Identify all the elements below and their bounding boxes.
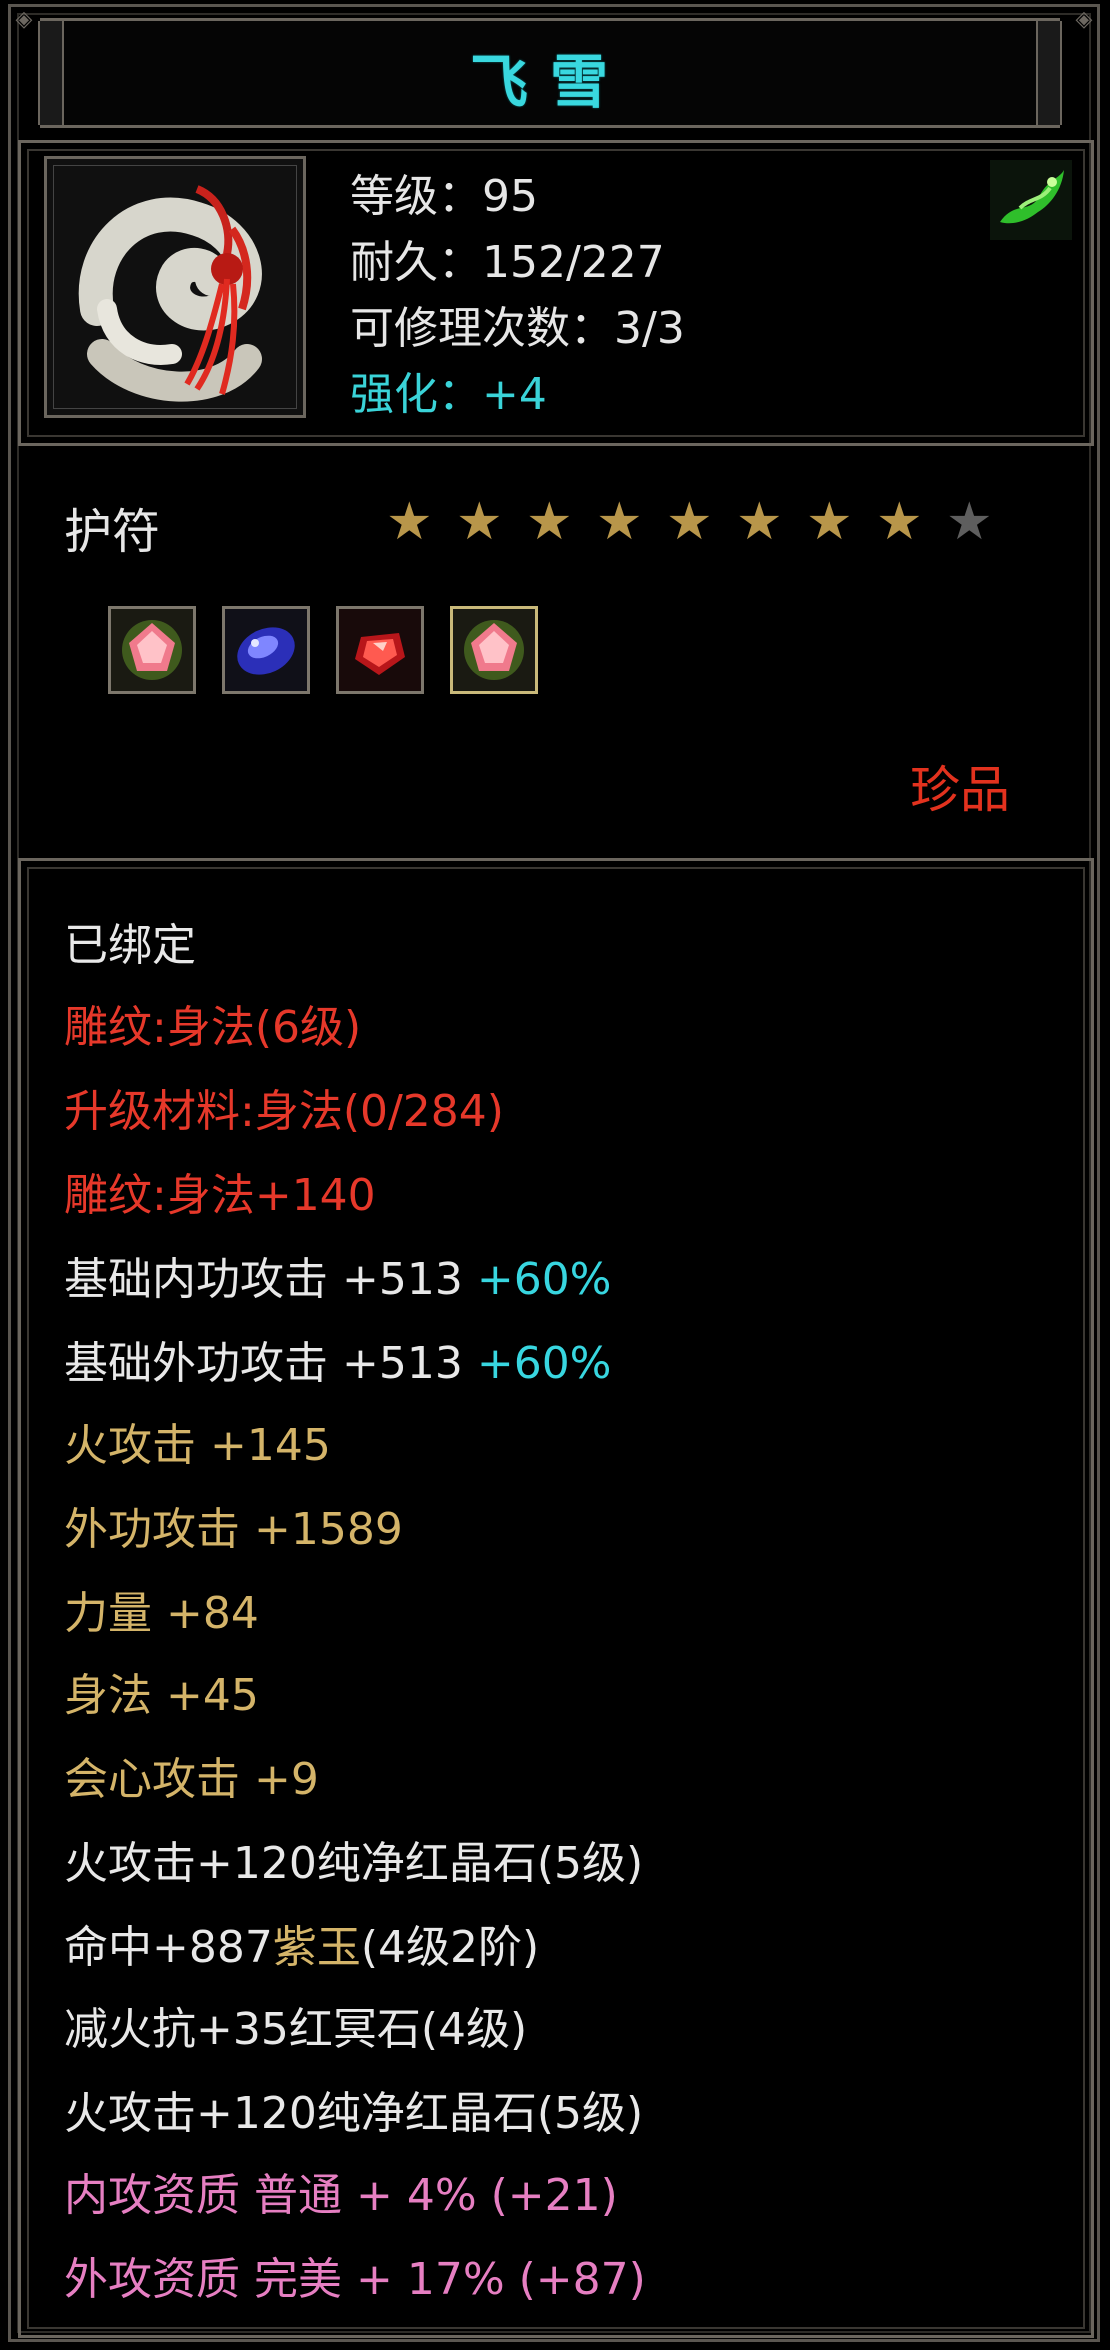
green-dragon-icon (990, 160, 1072, 240)
base-outer-attack: 基础外功攻击 +513 +60% (64, 1336, 612, 1392)
pink-gem-icon (111, 609, 193, 691)
base-inner-attack: 基础内功攻击 +513 +60% (64, 1252, 612, 1308)
star-icon: ★ (666, 492, 713, 552)
title-bar: 飞雪 (38, 18, 1062, 128)
gem-bonus-1: 火攻击+120纯净红晶石(5级) (64, 1838, 644, 1889)
rarity-label: 珍品 (910, 761, 1010, 819)
outer-attack-quality: 外攻资质 完美 + 17% (+87) (64, 2254, 646, 2305)
gem-bonus-2-value: 命中+887 (64, 1922, 273, 1973)
fire-attack: 火攻击 +145 (64, 1420, 331, 1471)
gem-bonus-2: 命中+887紫玉(4级2阶) (64, 1920, 539, 1976)
socket-gem-3[interactable] (336, 606, 424, 694)
upgrade-material: 升级材料:身法(0/284) (64, 1086, 504, 1137)
frame-corner: ◈ (15, 7, 33, 32)
base-inner-attack-value: 基础内功攻击 +513 (64, 1254, 477, 1305)
socket-gem-2[interactable] (222, 606, 310, 694)
outer-attack: 外功攻击 +1589 (64, 1504, 403, 1555)
jade-amulet-icon[interactable] (44, 156, 306, 418)
socket-gem-1[interactable] (108, 606, 196, 694)
inner-attack-quality: 内攻资质 普通 + 4% (+21) (64, 2170, 618, 2221)
durability-stat: 耐久：152/227 (350, 237, 665, 288)
star-icon: ★ (876, 492, 923, 552)
gem-bonus-3: 减火抗+35红冥石(4级) (64, 2004, 528, 2055)
frame-corner: ◈ (1075, 7, 1093, 32)
base-inner-attack-pct: +60% (476, 1254, 612, 1305)
engrave-level: 雕纹:身法(6级) (64, 1002, 362, 1053)
strength: 力量 +84 (64, 1588, 259, 1639)
pink-gem-icon (453, 609, 535, 691)
red-crystal-icon (339, 609, 421, 691)
star-icon: ★ (526, 492, 573, 552)
base-outer-attack-pct: +60% (476, 1338, 612, 1389)
socket-gem-4[interactable] (450, 606, 538, 694)
agility: 身法 +45 (64, 1670, 259, 1721)
item-category: 护符 (64, 504, 161, 560)
enhance-stat: 强化：+4 (350, 369, 547, 420)
bound-status: 已绑定 (64, 920, 196, 971)
level-stat: 等级：95 (350, 171, 538, 222)
star-icon: ★ (806, 492, 853, 552)
star-icon: ★ (456, 492, 503, 552)
critical-attack: 会心攻击 +9 (64, 1754, 319, 1805)
star-icon: ★ (386, 492, 433, 552)
star-empty-icon: ★ (946, 492, 993, 552)
gem-bonus-2-name: 紫玉 (272, 1922, 361, 1973)
item-name: 飞雪 (469, 48, 630, 116)
engrave-bonus: 雕纹:身法+140 (64, 1170, 376, 1221)
star-icon: ★ (596, 492, 643, 552)
gem-bonus-4: 火攻击+120纯净红晶石(5级) (64, 2088, 644, 2139)
star-icon: ★ (736, 492, 783, 552)
base-outer-attack-value: 基础外功攻击 +513 (64, 1338, 477, 1389)
repair-count-stat: 可修理次数：3/3 (350, 303, 685, 354)
blue-sapphire-icon (225, 609, 307, 691)
gem-bonus-2-suffix: (4级2阶) (360, 1922, 540, 1973)
